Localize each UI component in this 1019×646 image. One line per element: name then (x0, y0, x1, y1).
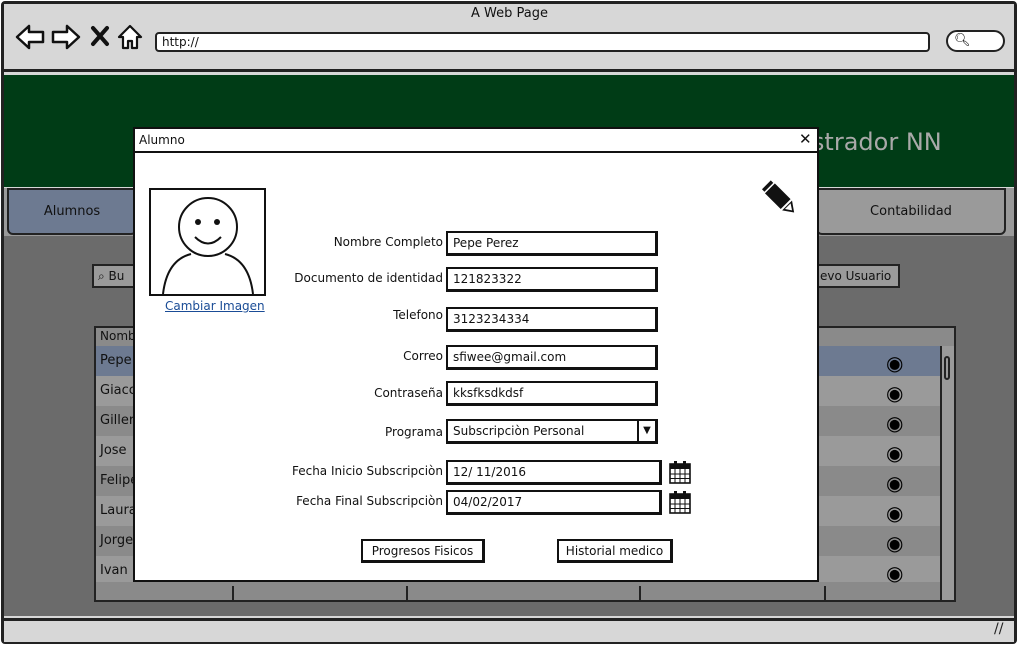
row-name: Giller (100, 413, 135, 428)
new-user-button[interactable]: evo Usuario (816, 264, 900, 288)
correo-field[interactable]: sfiwee@gmail.com (446, 345, 658, 370)
chevron-down-icon[interactable]: ▼ (637, 421, 655, 441)
eye-icon[interactable]: ◉ (886, 351, 903, 375)
eye-icon[interactable]: ◉ (886, 501, 903, 525)
change-image-link[interactable]: Cambiar Imagen (165, 299, 265, 313)
search-placeholder: Bu (108, 269, 125, 283)
nombre-label: Nombre Completo (333, 235, 443, 249)
row-name: Giacc (100, 383, 136, 398)
tab-alumnos[interactable]: Alumnos (7, 188, 137, 235)
window-title: A Web Page (471, 6, 548, 21)
eye-icon[interactable]: ◉ (886, 561, 903, 585)
table-scrollbar[interactable] (940, 346, 954, 600)
pencil-edit-icon[interactable] (757, 174, 803, 220)
progresos-fisicos-button[interactable]: Progresos Fisicos (361, 539, 485, 563)
column-divider (232, 586, 234, 600)
fecha-inicio-label: Fecha Inicio Subscripciòn (291, 464, 443, 478)
column-divider (406, 586, 408, 600)
status-bar (4, 618, 1014, 642)
browser-nav-icons (15, 24, 143, 50)
avatar (149, 188, 266, 296)
eye-icon[interactable]: ◉ (886, 411, 903, 435)
documento-label: Documento de identidad (294, 271, 443, 285)
url-bar[interactable]: http:// (155, 32, 930, 52)
forward-arrow-icon[interactable] (51, 24, 81, 50)
scrollbar-thumb[interactable] (944, 356, 950, 380)
column-divider (824, 586, 826, 600)
tab-contabilidad[interactable]: Contabilidad (816, 188, 1006, 235)
column-divider (639, 586, 641, 600)
contrasena-label: Contraseña (374, 386, 443, 400)
back-arrow-icon[interactable] (15, 24, 45, 50)
user-search-input[interactable]: ⌕ Bu (92, 264, 137, 288)
contrasena-field[interactable]: kksfksdkdsf (446, 381, 658, 406)
eye-icon[interactable]: ◉ (886, 471, 903, 495)
row-name: Jose (100, 443, 127, 458)
close-icon[interactable] (91, 26, 109, 46)
fecha-final-field[interactable]: 04/02/2017 (446, 490, 662, 515)
dialog-close-icon[interactable]: ✕ (799, 130, 812, 148)
dialog-title: Alumno (139, 133, 185, 147)
browser-search-field[interactable]: 🔍︎ (946, 30, 1005, 52)
programa-label: Programa (385, 425, 443, 439)
eye-icon[interactable]: ◉ (886, 441, 903, 465)
eye-icon[interactable]: ◉ (886, 381, 903, 405)
row-name: Pepe (100, 353, 132, 368)
calendar-icon[interactable] (669, 490, 691, 514)
fecha-final-label: Fecha Final Subscripciòn (296, 494, 443, 508)
resize-handle-icon[interactable]: // (994, 621, 1003, 637)
fecha-inicio-field[interactable]: 12/ 11/2016 (446, 460, 662, 485)
user-avatar-icon (162, 197, 254, 295)
alumno-dialog: Alumno ✕ Cambiar Imagen Nombre Completo … (133, 127, 819, 582)
programa-select[interactable]: Subscripciòn Personal ▼ (446, 419, 658, 444)
programa-selected-value: Subscripciòn Personal (453, 424, 585, 438)
search-icon: 🔍︎ (954, 33, 971, 48)
row-name: Jorge (100, 533, 134, 548)
historial-medico-button[interactable]: Historial medico (557, 539, 673, 563)
telefono-field[interactable]: 3123234334 (446, 307, 658, 332)
row-name: Laura (100, 503, 137, 518)
search-icon: ⌕ (98, 269, 109, 283)
dialog-titlebar: Alumno ✕ (135, 129, 817, 153)
nombre-field[interactable]: Pepe Perez (446, 231, 658, 256)
home-icon[interactable] (117, 24, 143, 50)
correo-label: Correo (403, 349, 443, 363)
eye-icon[interactable]: ◉ (886, 531, 903, 555)
calendar-icon[interactable] (669, 460, 691, 484)
telefono-label: Telefono (393, 308, 443, 322)
documento-field[interactable]: 121823322 (446, 267, 658, 292)
